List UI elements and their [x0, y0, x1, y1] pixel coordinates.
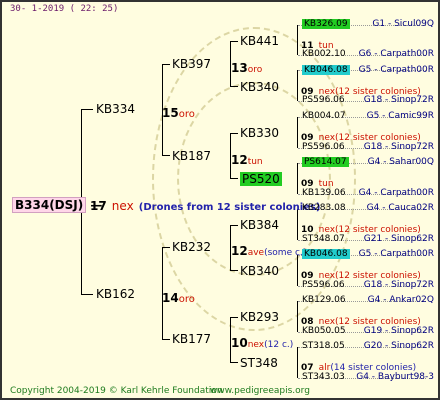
footer-website[interactable]: www.pedigreeapis.org — [210, 386, 310, 396]
g4-code: KB004.07 — [302, 111, 346, 121]
g4-name: G18 - Sinop72R — [363, 95, 434, 105]
queen-PS520: PS520 — [240, 172, 282, 186]
g4-name: G4 - Cauca02R — [366, 203, 434, 213]
root-node: B334(DSJ) — — [12, 194, 102, 213]
queen-KB162: KB162 — [96, 287, 136, 301]
branch-line — [162, 339, 170, 340]
g4-code: KB139.06 — [302, 188, 346, 198]
header-text: 30- 1-2019 ( 22: 25) — [10, 4, 119, 14]
mating-KB177: 10nex(12 c.) — [231, 336, 294, 350]
g4-name: G20 - Sinop62R — [363, 341, 434, 351]
g4-name: G6 - Carpath00R — [358, 49, 434, 59]
mating-KB397: 13oro — [231, 61, 263, 75]
branch-line — [230, 133, 238, 134]
g4-code: ST343.03 — [302, 372, 345, 382]
branch-line — [297, 163, 298, 194]
queen-KB340-b: KB340 — [240, 264, 280, 278]
g4-code: KB326.09 — [302, 19, 350, 29]
queen-KB441: KB441 — [240, 34, 280, 48]
g4-name: G5 - Camic99R — [366, 111, 434, 121]
mating-KB334: 15oro — [162, 106, 195, 120]
g4-code: KB002.10 — [302, 49, 346, 59]
root-note: (Drones from 12 sister colonies) — [138, 202, 321, 213]
mating-KB162: 14oro — [162, 291, 195, 305]
branch-line — [297, 255, 298, 286]
g4-code: ST318.05 — [302, 341, 345, 351]
g4-name: G4 - Ankar02Q — [367, 295, 434, 305]
g4-name: G1 - Sicul09Q — [372, 19, 434, 29]
g4-name: G18 - Sinop72R — [363, 280, 434, 290]
queen-KB293: KB293 — [240, 310, 280, 324]
branch-line — [297, 25, 298, 55]
g4-code: PS596.06 — [302, 95, 345, 105]
g4-name: G18 - Sinop72R — [363, 142, 434, 152]
g4-name: G4 - Carpath00R — [358, 188, 434, 198]
branch-line — [162, 155, 170, 156]
branch-line — [230, 41, 238, 42]
queen-KB330: KB330 — [240, 126, 280, 140]
branch-line — [297, 70, 298, 101]
queen-KB397: KB397 — [172, 57, 212, 71]
mating-KB232: 12ave(some c.) — [231, 244, 307, 258]
queen-KB187: KB187 — [172, 149, 212, 163]
g4-name: G5 - Carpath00R — [358, 65, 434, 75]
g4-name: G5 - Carpath00R — [358, 249, 434, 259]
queen-KB340: KB340 — [240, 80, 280, 94]
branch-line — [297, 117, 298, 148]
g4-name: G4 - Sahar00Q — [367, 157, 434, 167]
queen-KB384: KB384 — [240, 218, 280, 232]
branch-line — [230, 362, 238, 363]
branch-line — [230, 86, 238, 87]
branch-line — [81, 294, 93, 295]
queen-ST348: ST348 — [240, 356, 278, 370]
g4-code: KB129.06 — [302, 295, 346, 305]
g4-code: KB046.08 — [302, 65, 350, 75]
branch-line — [162, 247, 170, 248]
branch-line — [162, 64, 170, 65]
queen-KB232: KB232 — [172, 240, 212, 254]
g4-code: KB283.08 — [302, 203, 346, 213]
branch-line — [297, 301, 298, 332]
mating-KB187: 12tun — [231, 153, 263, 167]
branch-line — [297, 347, 298, 378]
pedigree-diagram: 30- 1-2019 ( 22: 25) B334(DSJ) — 17 nex … — [0, 0, 440, 400]
root-mating: 17 nex (Drones from 12 sister colonies) — [90, 195, 321, 214]
g4-code: ST348.07 — [302, 234, 345, 244]
queen-KB177: KB177 — [172, 332, 212, 346]
g4-code: KB050.05 — [302, 326, 346, 336]
branch-line — [81, 109, 93, 110]
queen-KB334: KB334 — [96, 102, 136, 116]
branch-line — [230, 178, 238, 179]
root-node-id: B334(DSJ) — [12, 197, 87, 213]
g4-name: G19 - Sinop62R — [363, 326, 434, 336]
root-year: 17 — [90, 199, 107, 213]
g4-name: G21 - Sinop62R — [363, 234, 434, 244]
g4-name: G4 - Bayburt98-3 — [356, 372, 434, 382]
branch-line — [230, 225, 238, 226]
g4-code: KB046.08 — [302, 249, 350, 259]
g4-code: PS596.06 — [302, 142, 345, 152]
g4-code: PS596.06 — [302, 280, 345, 290]
g4-code: PS614.07 — [302, 157, 349, 167]
root-mate: nex — [111, 199, 134, 213]
branch-line — [230, 270, 238, 271]
footer-copyright: Copyright 2004-2019 © Karl Kehrle Founda… — [10, 386, 223, 396]
branch-line — [230, 317, 238, 318]
